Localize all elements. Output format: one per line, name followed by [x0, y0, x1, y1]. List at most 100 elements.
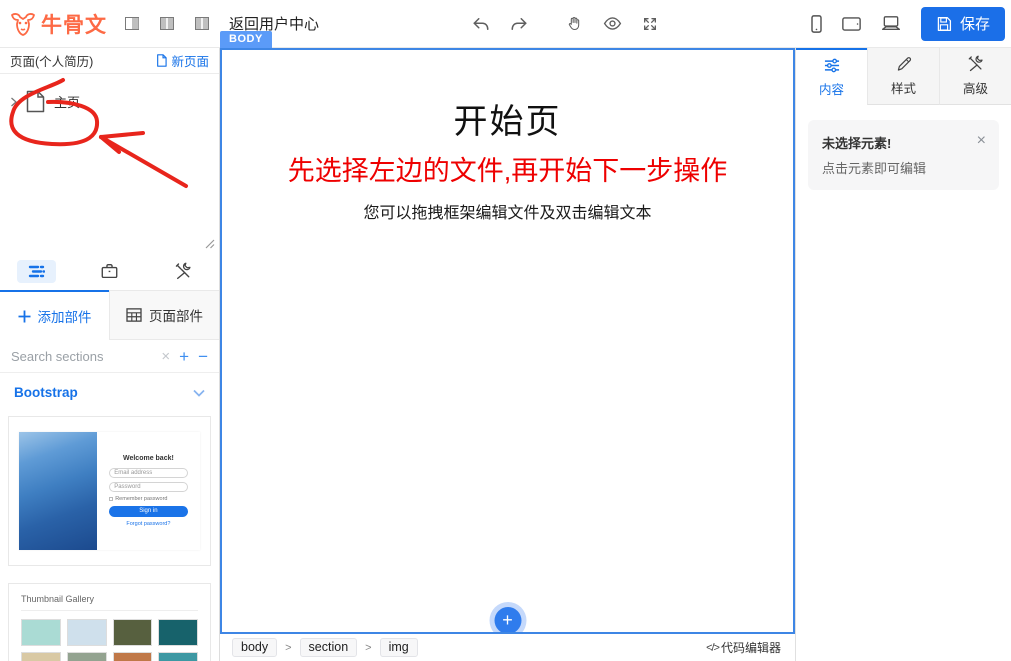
- login-preview-signin-button: Sign in: [109, 506, 187, 517]
- gallery-thumb: [113, 619, 153, 646]
- checkbox-icon: [109, 497, 113, 501]
- gallery-thumb: [21, 619, 61, 646]
- block-thumbnail-gallery[interactable]: Thumbnail Gallery: [8, 583, 211, 661]
- toggle-left-panel-icon[interactable]: [125, 17, 139, 30]
- canvas-start-page-title: 开始页: [222, 94, 793, 143]
- gallery-thumb: [67, 619, 107, 646]
- code-editor-label: 代码编辑器: [721, 639, 781, 656]
- gallery-preview-grid: [21, 619, 198, 661]
- tree-item-home[interactable]: 主页: [0, 74, 219, 113]
- mobile-device-icon[interactable]: [811, 15, 822, 33]
- canvas-warning-text: 先选择左边的文件,再开始下一步操作: [235, 155, 780, 189]
- gallery-preview-title: Thumbnail Gallery: [21, 594, 198, 611]
- new-page-button[interactable]: 新页面: [156, 51, 209, 70]
- editor-center: BODY 开始页 先选择左边的文件,再开始下一步操作 您可以拖拽框架编辑文件及双…: [220, 48, 795, 661]
- save-button[interactable]: 保存: [921, 7, 1005, 41]
- alert-title: 未选择元素!: [822, 133, 985, 152]
- chevron-right-icon[interactable]: [10, 97, 17, 107]
- top-toolbar: 牛骨文 返回用户中心: [0, 0, 1011, 48]
- toggle-split-panel-icon[interactable]: [160, 17, 174, 30]
- settings-mode-tab[interactable]: [146, 252, 219, 290]
- add-block-button[interactable]: +: [494, 607, 521, 634]
- tree-item-label: 主页: [54, 92, 80, 111]
- gallery-thumb: [158, 652, 198, 661]
- login-preview-remember: Remember password: [109, 496, 187, 502]
- desktop-device-icon[interactable]: [881, 16, 901, 31]
- inspector-tabs: 内容 样式 高级: [796, 48, 1011, 105]
- category-bootstrap[interactable]: Bootstrap: [0, 373, 219, 410]
- blocks-mode-tab[interactable]: [73, 252, 146, 290]
- editor-canvas[interactable]: 开始页 先选择左边的文件,再开始下一步操作 您可以拖拽框架编辑文件及双击编辑文本…: [220, 48, 795, 634]
- gallery-thumb: [113, 652, 153, 661]
- tab-add-widget[interactable]: 添加部件: [0, 290, 109, 340]
- briefcase-icon: [90, 259, 129, 283]
- category-label: Bootstrap: [14, 385, 78, 400]
- app-title: 牛骨文: [41, 9, 107, 39]
- login-preview-image: [19, 432, 97, 550]
- breadcrumb-img[interactable]: img: [380, 638, 418, 657]
- breadcrumb-separator: >: [285, 642, 291, 654]
- resize-grip-icon[interactable]: [203, 237, 215, 249]
- fullscreen-icon[interactable]: [642, 16, 658, 32]
- ox-logo-icon: [10, 11, 36, 37]
- clear-search-icon[interactable]: ×: [161, 349, 170, 364]
- tab-content-label: 内容: [819, 79, 844, 98]
- left-panel-mode-strip: [0, 252, 219, 290]
- save-button-label: 保存: [960, 13, 990, 34]
- alert-text: 点击元素即可编辑: [822, 158, 985, 177]
- collapse-all-icon[interactable]: −: [198, 348, 208, 365]
- tab-content[interactable]: 内容: [796, 48, 867, 105]
- breadcrumb-body[interactable]: body: [232, 638, 277, 657]
- gallery-thumb: [67, 652, 107, 661]
- login-preview-title: Welcome back!: [123, 455, 174, 462]
- search-sections-input[interactable]: [11, 349, 152, 364]
- canvas-hint-text: 您可以拖拽框架编辑文件及双击编辑文本: [222, 199, 793, 223]
- breadcrumb-section[interactable]: section: [300, 638, 358, 657]
- gallery-thumb: [158, 619, 198, 646]
- tablet-device-icon[interactable]: [842, 17, 861, 31]
- no-selection-alert: 未选择元素! 点击元素即可编辑 ×: [808, 120, 999, 190]
- save-floppy-icon: [936, 16, 952, 32]
- tools-icon: [967, 55, 984, 72]
- gallery-preview: Thumbnail Gallery: [9, 584, 210, 661]
- tab-advanced[interactable]: 高级: [939, 48, 1011, 105]
- login-preview-email-field: Email address: [109, 468, 187, 478]
- layers-mode-tab[interactable]: [0, 252, 73, 290]
- layers-icon: [17, 260, 56, 283]
- page-file-icon: [26, 90, 45, 113]
- tab-style-label: 样式: [891, 78, 916, 97]
- app-logo[interactable]: 牛骨文: [10, 9, 107, 39]
- tab-page-widget[interactable]: 页面部件: [109, 290, 219, 340]
- hand-drag-icon[interactable]: [566, 15, 583, 32]
- block-search-bar: × + −: [0, 340, 219, 373]
- login-preview-password-field: Password: [109, 482, 187, 492]
- login-preview-form: Welcome back! Email address Password Rem…: [97, 432, 200, 550]
- table-grid-icon: [126, 308, 142, 322]
- pages-header: 页面(个人简历) 新页面: [0, 48, 219, 74]
- pencil-icon: [896, 56, 912, 72]
- tab-style[interactable]: 样式: [867, 48, 939, 105]
- preview-eye-icon[interactable]: [603, 16, 622, 31]
- main-layout: 页面(个人简历) 新页面 主页: [0, 48, 1011, 661]
- block-login-section[interactable]: Welcome back! Email address Password Rem…: [8, 416, 211, 566]
- device-switcher: [811, 15, 901, 33]
- code-editor-toggle[interactable]: </> 代码编辑器: [706, 639, 781, 656]
- toggle-right-panel-icon[interactable]: [195, 17, 209, 30]
- sliders-icon: [823, 58, 841, 73]
- gallery-thumb: [21, 652, 61, 661]
- breadcrumb-separator: >: [365, 642, 371, 654]
- status-bar: body > section > img </> 代码编辑器: [220, 634, 795, 661]
- undo-icon[interactable]: [472, 16, 490, 32]
- tools-icon: [163, 258, 203, 284]
- redo-icon[interactable]: [510, 16, 528, 32]
- chevron-down-icon: [193, 389, 205, 397]
- expand-all-icon[interactable]: +: [179, 348, 189, 365]
- pages-title: 页面(个人简历): [10, 51, 93, 70]
- pages-tree: 主页: [0, 74, 219, 252]
- code-icon: </>: [706, 642, 719, 654]
- plus-icon: [18, 310, 31, 323]
- canvas-wrap: BODY 开始页 先选择左边的文件,再开始下一步操作 您可以拖拽框架编辑文件及双…: [220, 48, 795, 634]
- tab-add-widget-label: 添加部件: [38, 306, 92, 326]
- right-panel: 内容 样式 高级 未选择元素! 点击元素即可编辑 ×: [795, 48, 1011, 661]
- close-icon[interactable]: ×: [977, 133, 986, 149]
